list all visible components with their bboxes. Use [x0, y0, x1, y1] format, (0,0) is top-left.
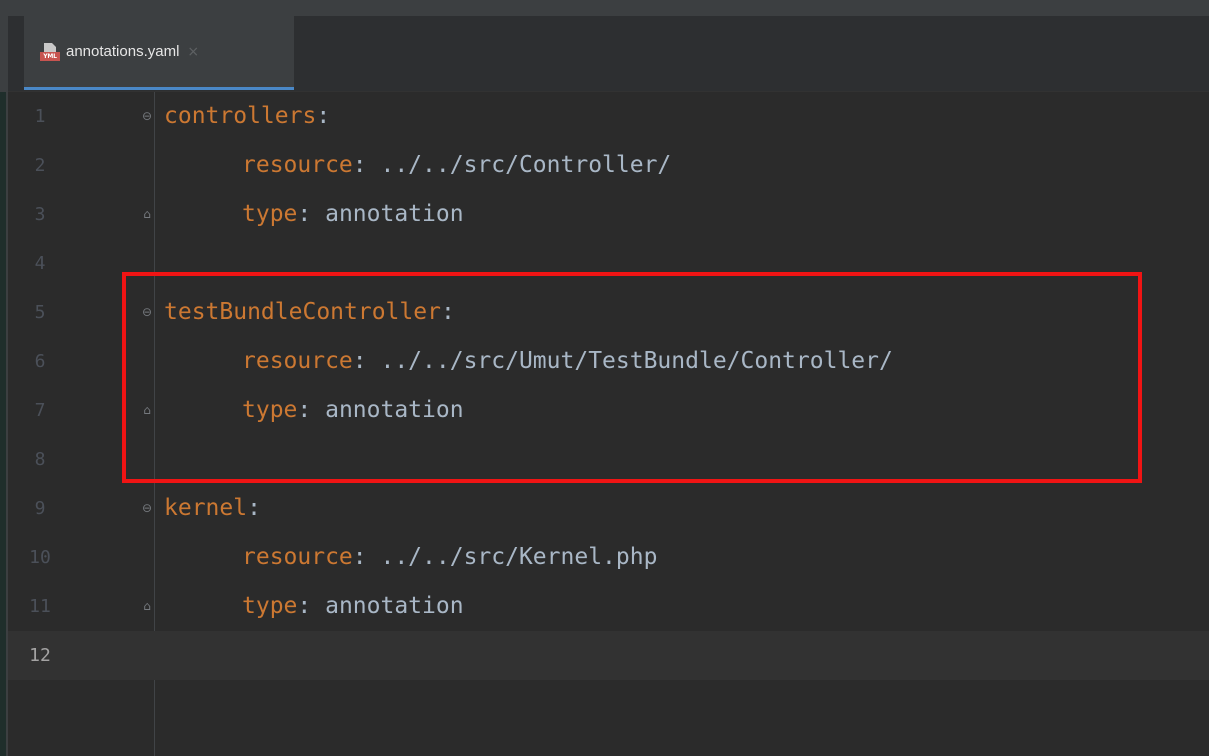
line-number: 6: [34, 351, 46, 372]
code-line-10[interactable]: 10 resource: ../../src/Kernel.php: [8, 533, 1209, 582]
yaml-value: annotation: [325, 593, 464, 619]
line-number: 12: [29, 645, 51, 666]
yaml-value: annotation: [325, 201, 464, 227]
fold-open-icon[interactable]: ⊖: [141, 305, 153, 319]
left-tool-strip: [0, 0, 8, 756]
yaml-value: ../../src/Kernel.php: [380, 544, 658, 570]
fold-close-icon[interactable]: ⌂: [141, 207, 153, 221]
yaml-value: annotation: [325, 397, 464, 423]
yaml-key: resource: [242, 348, 353, 374]
yaml-separator: :: [247, 495, 261, 521]
yaml-key: testBundleController: [164, 299, 441, 325]
yaml-separator: :: [440, 299, 455, 325]
line-number: 4: [34, 253, 46, 274]
code-line-7[interactable]: 7 ⌂ type: annotation: [8, 386, 1209, 435]
code-line-6[interactable]: 6 resource: ../../src/Umut/TestBundle/Con…: [8, 337, 1209, 386]
code-line-11[interactable]: 11 ⌂ type: annotation: [8, 582, 1209, 631]
tab-title: annotations.yaml: [66, 43, 180, 60]
line-number: 10: [29, 547, 51, 568]
code-text: testBundleController:: [164, 288, 455, 337]
code-line-1[interactable]: 1 ⊖ controllers:: [8, 92, 1209, 141]
code-text: kernel:: [164, 484, 261, 533]
editor-tab-bar: YML annotations.yaml ×: [8, 0, 1209, 92]
yaml-badge: YML: [40, 51, 60, 61]
fold-open-icon[interactable]: ⊖: [141, 109, 153, 123]
line-number: 11: [29, 596, 51, 617]
line-number: 5: [34, 302, 46, 323]
yaml-key: type: [242, 201, 298, 227]
yaml-value: ../../src/Controller/: [380, 152, 672, 178]
code-line-3[interactable]: 3 ⌂ type: annotation: [8, 190, 1209, 239]
code-text: resource: ../../src/Controller/: [242, 141, 671, 190]
code-text: controllers:: [164, 92, 330, 141]
code-line-4[interactable]: 4: [8, 239, 1209, 288]
left-strip-accent: [0, 92, 6, 756]
yaml-key: controllers: [164, 103, 317, 129]
code-line-2[interactable]: 2 resource: ../../src/Controller/: [8, 141, 1209, 190]
code-text: resource: ../../src/Kernel.php: [242, 533, 657, 582]
fold-close-icon[interactable]: ⌂: [141, 403, 153, 417]
code-line-9[interactable]: 9 ⊖ kernel:: [8, 484, 1209, 533]
code-line-5[interactable]: 5 ⊖ testBundleController:: [8, 288, 1209, 337]
yaml-separator: :: [352, 544, 381, 570]
line-number: 8: [34, 449, 46, 470]
line-number: 1: [34, 106, 46, 127]
line-number: 7: [34, 400, 46, 421]
yaml-separator: :: [352, 348, 381, 374]
yaml-key: type: [242, 397, 298, 423]
ide-window: YML annotations.yaml × 1 ⊖ controllers: 2 re…: [0, 0, 1209, 756]
yaml-separator: :: [316, 103, 331, 129]
line-number: 3: [34, 204, 46, 225]
yaml-value: ../../src/Umut/TestBundle/Controller/: [380, 348, 893, 374]
fold-open-icon[interactable]: ⊖: [141, 501, 153, 515]
yaml-separator: :: [297, 593, 326, 619]
code-line-12[interactable]: 12: [8, 631, 1209, 680]
yaml-key: resource: [242, 544, 353, 570]
code-text: type: annotation: [242, 190, 464, 239]
code-text: type: annotation: [242, 582, 464, 631]
close-icon[interactable]: ×: [187, 44, 199, 60]
code-text: type: annotation: [242, 386, 464, 435]
yaml-separator: :: [352, 152, 381, 178]
tab-annotations-yaml[interactable]: YML annotations.yaml ×: [24, 16, 294, 90]
line-number: 2: [34, 155, 46, 176]
code-line-8[interactable]: 8: [8, 435, 1209, 484]
yaml-key: resource: [242, 152, 353, 178]
fold-close-icon[interactable]: ⌂: [141, 599, 153, 613]
yaml-separator: :: [297, 201, 326, 227]
yaml-file-icon: YML: [40, 42, 60, 61]
yaml-separator: :: [297, 397, 326, 423]
code-editor[interactable]: 1 ⊖ controllers: 2 resource: ../../src/Contr…: [8, 92, 1209, 756]
line-number: 9: [34, 498, 46, 519]
yaml-key: type: [242, 593, 298, 619]
code-text: resource: ../../src/Umut/TestBundle/Cont…: [242, 337, 893, 386]
yaml-key: kernel: [164, 495, 248, 521]
